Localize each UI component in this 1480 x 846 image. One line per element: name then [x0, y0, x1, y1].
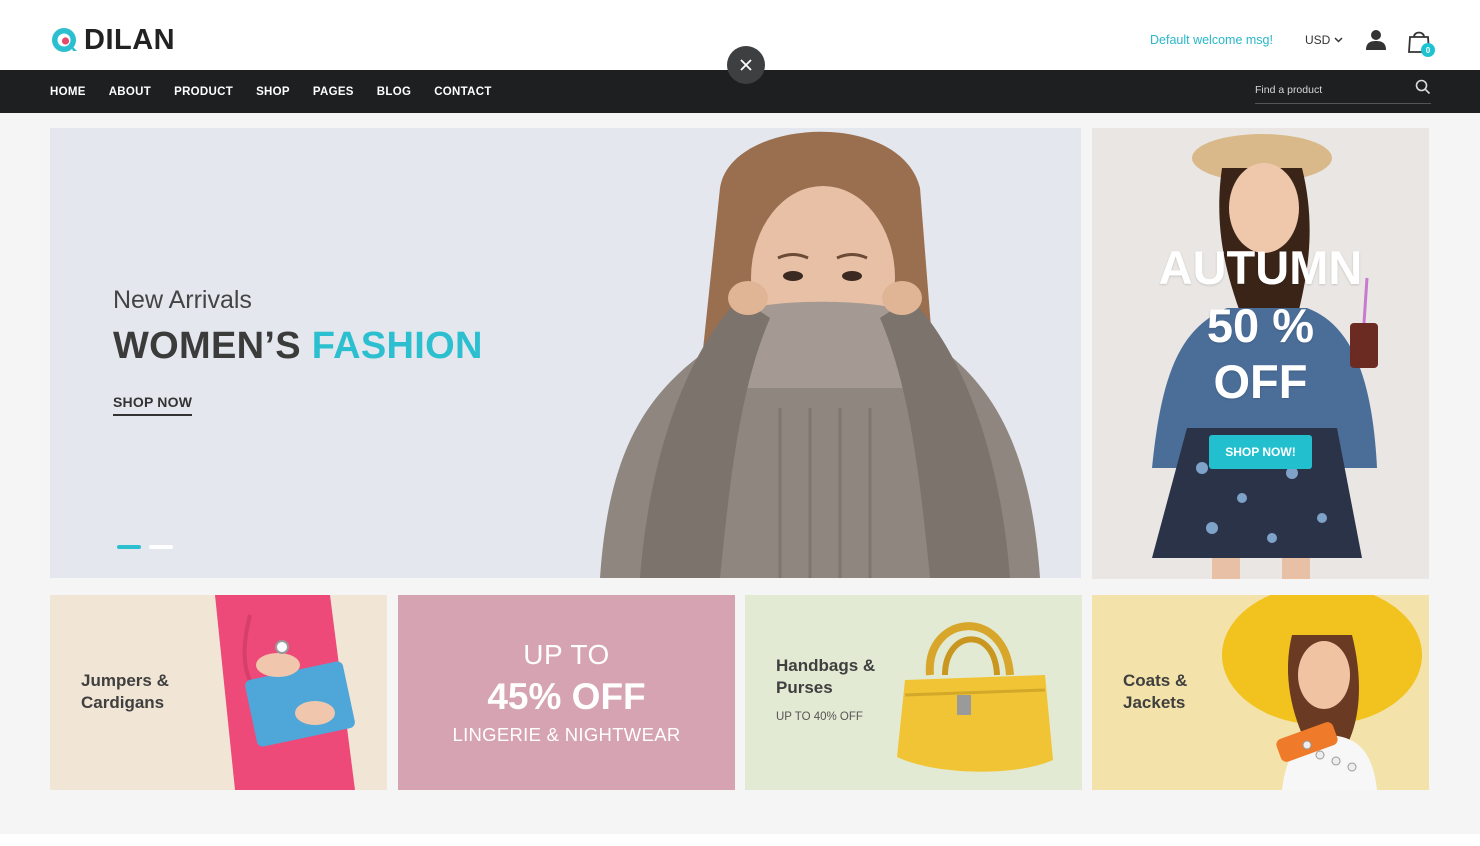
logo-text: DILAN	[84, 24, 176, 56]
jumpers-title-line1: Jumpers &	[81, 671, 169, 690]
coats-title-line1: Coats &	[1123, 671, 1188, 690]
coats-title-line2: Jackets	[1123, 693, 1186, 712]
handbag-image	[897, 622, 1053, 772]
nav-item-contact[interactable]: CONTACT	[434, 86, 491, 98]
nav-item-product[interactable]: PRODUCT	[174, 86, 233, 98]
search-icon[interactable]	[1415, 79, 1431, 95]
close-button[interactable]	[727, 46, 765, 84]
category-tile-lingerie-promo[interactable]: UP TO 45% OFF LINGERIE & NIGHTWEAR	[398, 595, 735, 790]
nav-item-about[interactable]: ABOUT	[109, 86, 151, 98]
lingerie-category: LINGERIE & NIGHTWEAR	[452, 724, 681, 745]
autumn-sale-banner[interactable]: AUTUMN 50 % OFF SHOP NOW!	[1092, 128, 1429, 579]
jumpers-title-line2: Cardigans	[81, 693, 165, 712]
page: DILAN Default welcome msg! USD 0 HOME AB…	[0, 0, 1480, 846]
coats-model-image	[1222, 595, 1422, 790]
nav-item-blog[interactable]: BLOG	[377, 86, 411, 98]
autumn-off: OFF	[1213, 355, 1308, 408]
hero-subtitle: New Arrivals	[113, 286, 252, 314]
category-tile-coats[interactable]: Coats & Jackets	[1092, 595, 1429, 790]
coats-title: Coats & Jackets	[1123, 670, 1187, 714]
search-box	[1255, 78, 1431, 104]
cart-count-badge: 0	[1421, 43, 1435, 57]
hero-title-main: WOMEN’S	[113, 325, 301, 367]
hero-shop-now-link[interactable]: SHOP NOW	[113, 394, 193, 416]
handbags-title-line1: Handbags &	[776, 656, 876, 675]
handbags-title-line2: Purses	[776, 678, 833, 697]
welcome-message: Default welcome msg!	[1150, 33, 1273, 47]
search-input[interactable]	[1255, 78, 1405, 102]
handbags-subtitle: UP TO 40% OFF	[776, 711, 863, 723]
close-icon	[740, 59, 752, 71]
autumn-title: AUTUMN	[1158, 241, 1363, 294]
user-icon[interactable]	[1366, 29, 1386, 51]
autumn-discount: 50 %	[1206, 299, 1315, 352]
slider-dot-2[interactable]	[149, 545, 173, 549]
hero-title-accent: FASHION	[311, 325, 483, 367]
nav-item-pages[interactable]: PAGES	[313, 86, 354, 98]
lingerie-discount: 45% OFF	[487, 676, 646, 717]
hero-model-image	[600, 131, 1040, 578]
lingerie-up-to: UP TO	[523, 639, 610, 670]
hero-slider[interactable]: New Arrivals WOMEN’S FASHION SHOP NOW	[50, 128, 1081, 578]
logo[interactable]: DILAN	[50, 24, 175, 56]
jumpers-model-image	[215, 595, 355, 790]
jumpers-title: Jumpers & Cardigans	[81, 670, 169, 714]
chevron-down-icon	[1334, 37, 1343, 43]
autumn-shop-now-button[interactable]: SHOP NOW!	[1209, 435, 1312, 469]
category-tile-jumpers[interactable]: Jumpers & Cardigans	[50, 595, 387, 790]
logo-icon	[52, 28, 77, 52]
slider-pagination	[117, 545, 173, 549]
currency-value: USD	[1305, 33, 1331, 47]
category-tile-handbags[interactable]: Handbags & Purses UP TO 40% OFF	[745, 595, 1082, 790]
nav-item-home[interactable]: HOME	[50, 86, 86, 98]
currency-selector[interactable]: USD	[1305, 33, 1343, 47]
slider-dot-1[interactable]	[117, 545, 141, 549]
handbags-title: Handbags & Purses	[776, 655, 875, 699]
nav-menu: HOME ABOUT PRODUCT SHOP PAGES BLOG CONTA…	[50, 70, 515, 113]
hero-title: WOMEN’S FASHION	[113, 325, 483, 368]
nav-item-shop[interactable]: SHOP	[256, 86, 290, 98]
